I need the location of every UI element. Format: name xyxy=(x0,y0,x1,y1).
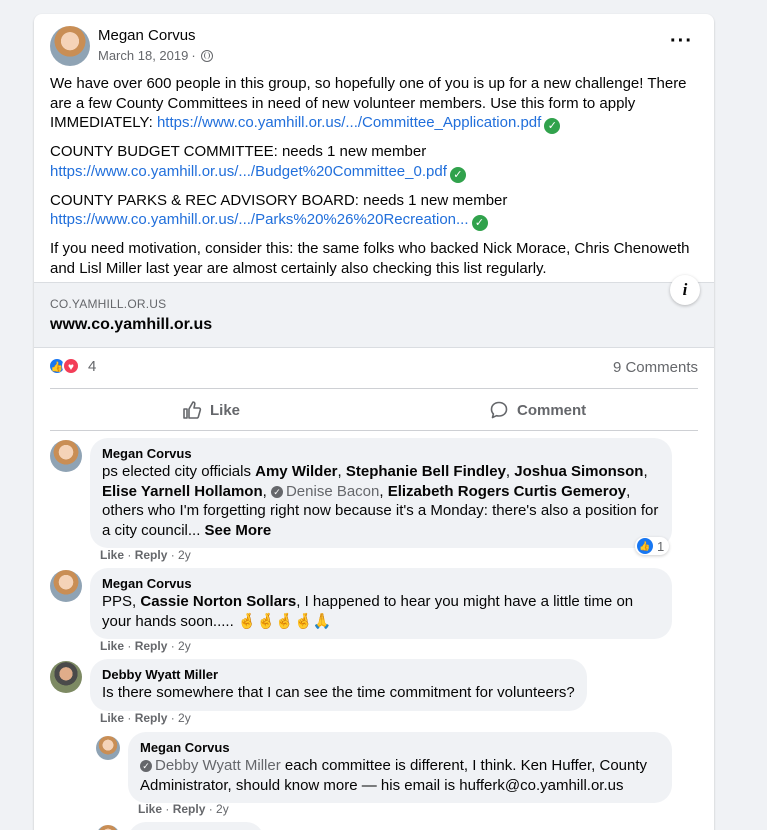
more-options-icon[interactable]: ··· xyxy=(670,30,693,53)
verified-link-icon: ✓ xyxy=(544,118,561,134)
comment-like-link[interactable]: Like xyxy=(100,711,124,725)
mention[interactable]: Joshua Simonson xyxy=(514,463,643,480)
comment-reaction-badge[interactable]: 👍 1 xyxy=(635,537,670,555)
comment-bubble: Megan Corvus ps elected city officials A… xyxy=(90,438,672,548)
globe-icon[interactable] xyxy=(200,49,213,62)
verified-badge-icon: ✓ xyxy=(270,485,283,498)
comment-like-link[interactable]: Like xyxy=(100,639,124,653)
comment-reply-link[interactable]: Reply xyxy=(135,711,168,725)
commenter-avatar[interactable] xyxy=(96,825,120,830)
commenter-avatar[interactable] xyxy=(96,736,120,760)
commenter-name[interactable]: Megan Corvus xyxy=(140,740,660,755)
link-line: https://www.co.yamhill.or.us/.../Budget%… xyxy=(50,162,702,183)
comment-button[interactable]: Comment xyxy=(489,400,586,420)
link-line: https://www.co.yamhill.or.us/.../Parks%2… xyxy=(50,210,702,231)
application-link[interactable]: https://www.co.yamhill.or.us/.../Committ… xyxy=(157,114,541,131)
comment-text: Is there somewhere that I can see the ti… xyxy=(102,684,575,701)
post-paragraph: If you need motivation, consider this: t… xyxy=(50,240,690,277)
commenter-avatar[interactable] xyxy=(50,570,82,602)
comments-count[interactable]: 9 Comments xyxy=(613,359,698,376)
post-paragraph: We have over 600 people in this group, s… xyxy=(50,75,687,134)
love-reaction-icon: ♥ xyxy=(62,357,80,375)
reply-bubble xyxy=(128,822,264,830)
commenter-avatar[interactable] xyxy=(50,661,82,693)
mention[interactable]: Elise Yarnell Hollamon xyxy=(102,483,263,500)
comment-age[interactable]: 2y xyxy=(178,639,191,653)
commenter-name[interactable]: Megan Corvus xyxy=(102,576,660,591)
comment-reply-link[interactable]: Reply xyxy=(135,548,168,562)
comment-age[interactable]: 2y xyxy=(216,802,229,816)
budget-link[interactable]: https://www.co.yamhill.or.us/.../Budget%… xyxy=(50,163,447,180)
comment-reply-link[interactable]: Reply xyxy=(173,802,206,816)
verified-link-icon: ✓ xyxy=(449,166,466,183)
commenter-name[interactable]: Megan Corvus xyxy=(102,446,660,461)
comment-actions: Like · Reply · 2y xyxy=(138,802,229,816)
comment-text: ✓ Debby Wyatt Miller each committee is di… xyxy=(140,757,648,794)
post-date[interactable]: March 18, 2019 xyxy=(98,48,188,63)
comment-age[interactable]: 2y xyxy=(178,711,191,725)
see-more-link[interactable]: See More xyxy=(205,522,272,539)
comment-like-link[interactable]: Like xyxy=(100,548,124,562)
reaction-count: 4 xyxy=(88,357,97,375)
commenter-name[interactable]: Debby Wyatt Miller xyxy=(102,667,575,682)
comment-actions: Like · Reply · 2y xyxy=(100,548,191,562)
mention[interactable]: Stephanie Bell Findley xyxy=(346,463,506,480)
comment-bubble: Megan Corvus PPS, Cassie Norton Sollars,… xyxy=(90,568,672,639)
comment-label: Comment xyxy=(517,401,587,419)
comment-icon xyxy=(489,400,509,420)
mention[interactable]: Cassie Norton Sollars xyxy=(140,593,296,610)
divider xyxy=(50,388,698,389)
thumbs-up-icon xyxy=(182,400,202,420)
verified-badge-icon: ✓ xyxy=(140,760,152,772)
reactions-summary[interactable]: 👍 ♥ 4 xyxy=(48,357,96,375)
comment-bubble: Debby Wyatt Miller Is there somewhere th… xyxy=(90,659,587,711)
post-paragraph: COUNTY BUDGET COMMITTEE: needs 1 new mem… xyxy=(50,143,427,160)
post-card: Megan Corvus March 18, 2019 · ··· We hav… xyxy=(34,14,714,830)
preview-domain: CO.YAMHILL.OR.US xyxy=(50,297,167,311)
mention[interactable]: Debby Wyatt Miller xyxy=(155,757,281,774)
comment-like-link[interactable]: Like xyxy=(138,802,162,816)
divider xyxy=(50,430,698,431)
verified-link-icon: ✓ xyxy=(471,215,488,231)
comment-age[interactable]: 2y xyxy=(178,548,191,562)
parks-link[interactable]: https://www.co.yamhill.or.us/.../Parks%2… xyxy=(50,211,469,228)
commenter-avatar[interactable] xyxy=(50,440,82,472)
comment-text: ps elected city officials Amy Wilder, St… xyxy=(102,463,659,539)
author-name[interactable]: Megan Corvus xyxy=(98,27,196,44)
mention[interactable]: Elizabeth Rogers Curtis Gemeroy xyxy=(388,483,626,500)
comment-text: PPS, Cassie Norton Sollars, I happened t… xyxy=(102,593,634,630)
author-avatar[interactable] xyxy=(50,26,90,66)
comment-reply-link[interactable]: Reply xyxy=(135,639,168,653)
like-reaction-icon: 👍 xyxy=(637,538,653,554)
preview-title[interactable]: www.co.yamhill.or.us xyxy=(50,316,212,334)
like-label: Like xyxy=(210,401,241,419)
post-body: We have over 600 people in this group, s… xyxy=(50,74,702,278)
info-icon[interactable]: i xyxy=(670,275,700,305)
post-paragraph: COUNTY PARKS & REC ADVISORY BOARD: needs… xyxy=(50,191,508,209)
comment-actions: Like · Reply · 2y xyxy=(100,711,191,725)
emoji: 🤞🤞🤞🤞🙏 xyxy=(237,612,332,630)
mention[interactable]: Amy Wilder xyxy=(255,463,337,480)
reply-bubble: Megan Corvus ✓ Debby Wyatt Miller each co… xyxy=(128,732,672,803)
comment-actions: Like · Reply · 2y xyxy=(100,639,191,653)
post-meta: March 18, 2019 · xyxy=(98,48,213,63)
mention[interactable]: Denise Bacon xyxy=(286,483,379,500)
like-button[interactable]: Like xyxy=(182,400,240,420)
link-preview[interactable]: CO.YAMHILL.OR.US www.co.yamhill.or.us xyxy=(34,282,714,348)
